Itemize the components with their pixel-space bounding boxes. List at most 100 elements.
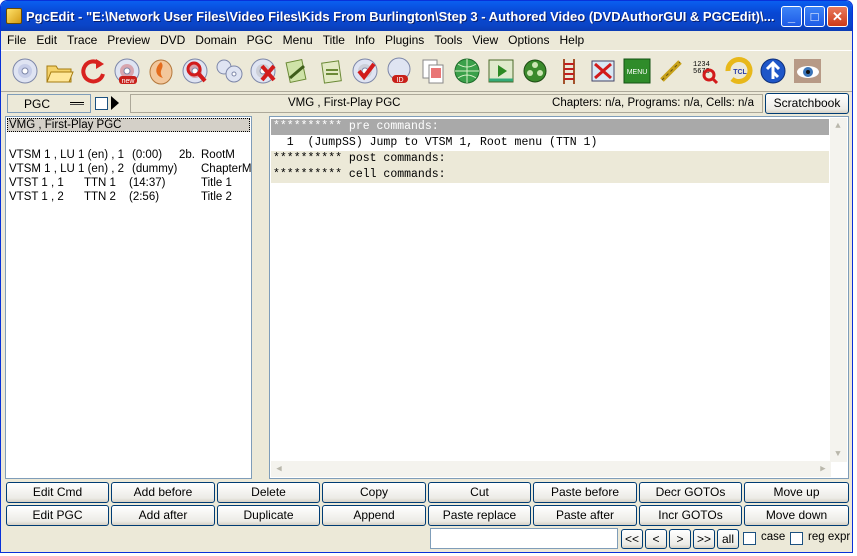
open-folder-icon[interactable]: [43, 54, 74, 88]
open-dvd-icon[interactable]: [9, 54, 40, 88]
documents-icon[interactable]: [417, 54, 448, 88]
paste-replace-button[interactable]: Paste replace: [428, 505, 531, 526]
scroll-up-icon[interactable]: ▲: [830, 118, 846, 134]
minimize-button[interactable]: _: [781, 5, 802, 27]
add-before-button[interactable]: Add before: [111, 482, 215, 503]
copy-commands-icon[interactable]: [281, 54, 312, 88]
pgc-menu: RootM: [201, 149, 235, 161]
find-input[interactable]: [430, 528, 618, 549]
title-bar[interactable]: PgcEdit - "E:\Network User Files\Video F…: [1, 1, 852, 31]
dvd-id-icon[interactable]: ID: [383, 54, 414, 88]
tcl-icon[interactable]: TCL: [723, 54, 754, 88]
dvd-delete-icon[interactable]: [247, 54, 278, 88]
menu-icon[interactable]: MENU: [621, 54, 652, 88]
horizontal-scrollbar[interactable]: ◀ ▶: [271, 461, 831, 477]
menu-file[interactable]: File: [2, 31, 31, 49]
menu-title[interactable]: Title: [318, 31, 350, 49]
menu-edit[interactable]: Edit: [31, 31, 62, 49]
find-all-button[interactable]: all: [717, 529, 739, 549]
pgc-type-value: PGC: [24, 96, 51, 111]
scroll-left-icon[interactable]: ◀: [271, 461, 287, 477]
menu-domain[interactable]: Domain: [190, 31, 241, 49]
pgcedit-window: PgcEdit - "E:\Network User Files\Video F…: [0, 0, 853, 553]
menu-dvd[interactable]: DVD: [155, 31, 190, 49]
menu-help[interactable]: Help: [554, 31, 589, 49]
paste-commands-icon[interactable]: [315, 54, 346, 88]
pgc-list-item[interactable]: VTST 1 , 1 TTN 1 (14:37) Title 1: [9, 176, 249, 190]
pgc-list-panel[interactable]: VMG , First-Play PGC VTSM 1 , LU 1 (en) …: [5, 116, 252, 479]
film-reel-icon[interactable]: [519, 54, 550, 88]
maximize-button[interactable]: □: [804, 5, 825, 27]
incr-gotos-button[interactable]: Incr GOTOs: [639, 505, 742, 526]
menu-trace[interactable]: Trace: [62, 31, 102, 49]
option-checkbox[interactable]: [95, 97, 108, 110]
add-after-button[interactable]: Add after: [111, 505, 215, 526]
menu-tools[interactable]: Tools: [429, 31, 467, 49]
pgc-type-dropdown[interactable]: PGC: [7, 94, 91, 113]
pgc-menu: Title 2: [201, 191, 232, 203]
ladder-icon[interactable]: [553, 54, 584, 88]
new-dvd-icon[interactable]: new: [111, 54, 142, 88]
pgc-time: (0:00): [132, 149, 163, 161]
find-last-button[interactable]: >>: [693, 529, 715, 549]
eye-icon[interactable]: [791, 54, 822, 88]
cut-button[interactable]: Cut: [428, 482, 531, 503]
delete-button[interactable]: Delete: [217, 482, 320, 503]
current-pgc-name: VMG , First-Play PGC: [288, 97, 401, 109]
edit-pgc-button[interactable]: Edit PGC: [6, 505, 109, 526]
duplicate-button[interactable]: Duplicate: [217, 505, 320, 526]
play-preview-icon[interactable]: [485, 54, 516, 88]
case-checkbox[interactable]: [743, 532, 756, 545]
pgc-list-item[interactable]: VTST 1 , 2 TTN 2 (2:56) Title 2: [9, 190, 249, 204]
menu-info[interactable]: Info: [350, 31, 380, 49]
scroll-down-icon[interactable]: ▼: [830, 446, 846, 462]
append-button[interactable]: Append: [322, 505, 426, 526]
dvd-structure-icon[interactable]: [213, 54, 244, 88]
search-dvd-icon[interactable]: [179, 54, 210, 88]
find-first-button[interactable]: <<: [621, 529, 643, 549]
paste-before-button[interactable]: Paste before: [533, 482, 637, 503]
reload-icon[interactable]: [77, 54, 108, 88]
command-section-header[interactable]: ********** post commands:: [271, 151, 829, 167]
pgc-list-item[interactable]: VTSM 1 , LU 1 (en) , 2 (dummy) ChapterM: [9, 162, 252, 176]
pgc-extra: (14:37): [129, 177, 166, 189]
menu-plugins[interactable]: Plugins: [380, 31, 429, 49]
vertical-scrollbar[interactable]: ▲ ▼: [830, 118, 847, 462]
cell-editor-icon[interactable]: [587, 54, 618, 88]
command-section-header[interactable]: ********** pre commands:: [271, 119, 829, 135]
chain-link-icon[interactable]: [655, 54, 686, 88]
pgc-counts: Chapters: n/a, Programs: n/a, Cells: n/a: [552, 97, 754, 109]
navigate-icon[interactable]: [757, 54, 788, 88]
pgc-list-selected[interactable]: VMG , First-Play PGC: [7, 118, 250, 132]
scratchbook-button[interactable]: Scratchbook: [765, 93, 849, 114]
paste-after-button[interactable]: Paste after: [533, 505, 637, 526]
find-prev-button[interactable]: <: [645, 529, 667, 549]
close-button[interactable]: ✕: [827, 5, 848, 27]
check-icon[interactable]: [349, 54, 380, 88]
find-next-button[interactable]: >: [669, 529, 691, 549]
pgc-list-item[interactable]: VTSM 1 , LU 1 (en) , 1 (0:00) 2b. RootM: [9, 148, 249, 162]
web-icon[interactable]: [451, 54, 482, 88]
command-editor[interactable]: ********** pre commands: 1 (JumpSS) Jump…: [269, 116, 849, 479]
copy-button[interactable]: Copy: [322, 482, 426, 503]
scroll-right-icon[interactable]: ▶: [815, 461, 831, 477]
pgc-extra: 2b.: [179, 149, 195, 161]
menu-menu[interactable]: Menu: [278, 31, 318, 49]
menu-preview[interactable]: Preview: [102, 31, 155, 49]
svg-text:ID: ID: [396, 77, 403, 84]
command-line[interactable]: 1 (JumpSS) Jump to VTSM 1, Root menu (TT…: [271, 135, 829, 151]
command-buttons: Edit Cmd Add before Delete Copy Cut Paste bef…: [6, 482, 849, 526]
move-down-button[interactable]: Move down: [744, 505, 849, 526]
regexp-label: reg expr: [808, 531, 851, 543]
edit-cmd-button[interactable]: Edit Cmd: [6, 482, 109, 503]
play-arrow-icon[interactable]: [111, 96, 119, 110]
decr-gotos-button[interactable]: Decr GOTOs: [639, 482, 742, 503]
menu-pgc[interactable]: PGC: [242, 31, 278, 49]
move-up-button[interactable]: Move up: [744, 482, 849, 503]
command-section-header[interactable]: ********** cell commands:: [271, 167, 829, 183]
menu-options[interactable]: Options: [503, 31, 554, 49]
menu-view[interactable]: View: [467, 31, 503, 49]
gprm-search-icon[interactable]: 1234 5678: [689, 54, 720, 88]
burn-icon[interactable]: [145, 54, 176, 88]
regexp-checkbox[interactable]: [790, 532, 803, 545]
